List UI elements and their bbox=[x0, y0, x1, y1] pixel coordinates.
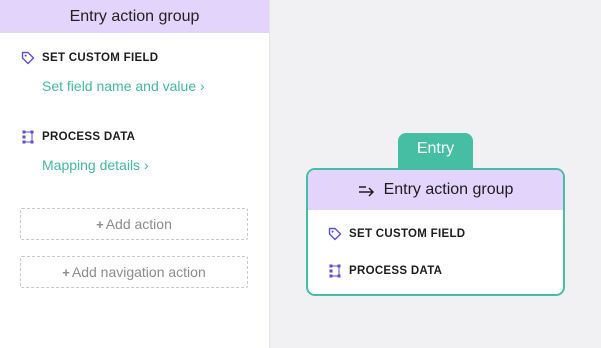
arrow-right-icon bbox=[358, 183, 376, 197]
action-set-custom-field[interactable]: SET CUSTOM FIELD Set field name and valu… bbox=[20, 50, 205, 94]
process-data-icon bbox=[20, 130, 36, 144]
chevron-right-icon: › bbox=[200, 78, 205, 94]
set-field-link[interactable]: Set field name and value › bbox=[42, 78, 205, 94]
process-data-icon bbox=[327, 264, 343, 278]
plus-icon: + bbox=[62, 264, 70, 280]
mapping-details-link[interactable]: Mapping details › bbox=[42, 157, 149, 173]
entry-tab[interactable]: Entry bbox=[398, 133, 473, 169]
node-row-set-custom-field: SET CUSTOM FIELD bbox=[327, 227, 465, 241]
add-action-button[interactable]: + Add action bbox=[20, 208, 248, 240]
action-process-data[interactable]: PROCESS DATA Mapping details › bbox=[20, 129, 149, 173]
sidebar-panel: Entry action group SET CUSTOM FIELD Set … bbox=[0, 0, 270, 348]
node-row-process-data: PROCESS DATA bbox=[327, 264, 442, 278]
chevron-right-icon: › bbox=[143, 157, 149, 173]
plus-icon: + bbox=[96, 216, 104, 232]
tag-icon bbox=[20, 51, 36, 65]
sidebar-title: Entry action group bbox=[69, 7, 200, 25]
entry-action-group-node[interactable]: Entry action group SET CUSTOM FIELD PROC… bbox=[306, 168, 565, 296]
add-navigation-action-label: Add navigation action bbox=[71, 264, 206, 280]
node-header: Entry action group bbox=[308, 170, 563, 210]
action-title: SET CUSTOM FIELD bbox=[42, 52, 159, 64]
entry-tab-label: Entry bbox=[416, 140, 455, 157]
node-row-label: SET CUSTOM FIELD bbox=[349, 228, 466, 240]
node-row-label: PROCESS DATA bbox=[349, 265, 443, 277]
sidebar-header: Entry action group bbox=[0, 0, 269, 33]
action-title: PROCESS DATA bbox=[42, 131, 136, 143]
add-action-label: Add action bbox=[105, 216, 172, 232]
add-navigation-action-button[interactable]: + Add navigation action bbox=[20, 256, 248, 288]
node-title: Entry action group bbox=[383, 181, 514, 198]
tag-icon bbox=[327, 227, 343, 241]
